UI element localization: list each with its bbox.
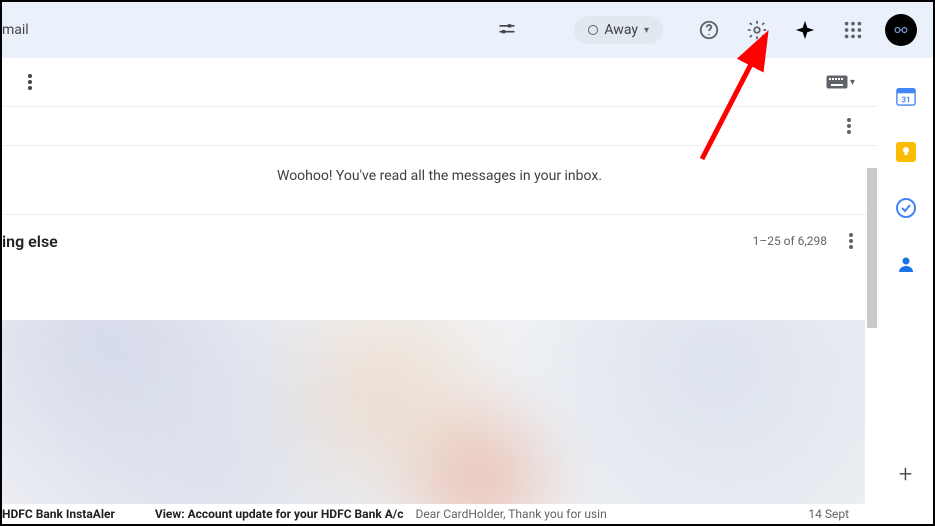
more-options-icon[interactable] [18,70,42,94]
email-row-partial[interactable]: HDFC Bank InstaAler View: Account update… [2,504,865,524]
add-panel-button[interactable]: + [896,464,916,484]
content-pane: ▾ Woohoo! You've read all the messages i… [2,58,877,524]
side-panel: 31 + [877,58,933,524]
tasks-icon[interactable] [896,198,916,218]
contacts-icon[interactable] [896,254,916,274]
help-icon[interactable] [689,10,729,50]
apps-grid-icon[interactable] [833,10,873,50]
status-chip[interactable]: Away ▾ [574,16,663,44]
keep-icon[interactable] [896,142,916,162]
email-preview: Dear CardHolder, Thank you for usin [416,507,607,521]
section-title: ing else [2,232,58,251]
svg-text:31: 31 [901,94,910,104]
blurred-email-list [2,320,865,524]
section-header-bar [2,106,877,146]
calendar-icon[interactable]: 31 [896,86,916,106]
search-text-fragment: mail [2,22,29,38]
input-method-toggle[interactable]: ▾ [826,75,855,89]
pagination-count: 1–25 of 6,298 [753,234,827,248]
section-more-icon[interactable] [837,114,861,138]
account-avatar[interactable] [885,14,917,46]
chevron-down-icon: ▾ [644,25,649,36]
status-dot-icon [588,25,598,35]
section-toolbar: ▾ [2,58,877,106]
main-area: ▾ Woohoo! You've read all the messages i… [2,58,933,524]
email-subject: View: Account update for your HDFC Bank … [155,507,404,521]
empty-inbox-message: Woohoo! You've read all the messages in … [2,146,877,215]
scrollbar-thumb[interactable] [867,168,877,328]
section-everything-else: ing else 1–25 of 6,298 [2,215,877,267]
email-date: 14 Sept [808,507,849,521]
search-options-icon[interactable] [488,11,526,49]
gear-icon[interactable] [737,10,777,50]
sparkle-icon[interactable] [785,10,825,50]
email-sender: HDFC Bank InstaAler [2,507,115,521]
status-label: Away [604,22,638,38]
section2-more-icon[interactable] [839,229,863,253]
top-header: mail Away ▾ [2,2,933,58]
